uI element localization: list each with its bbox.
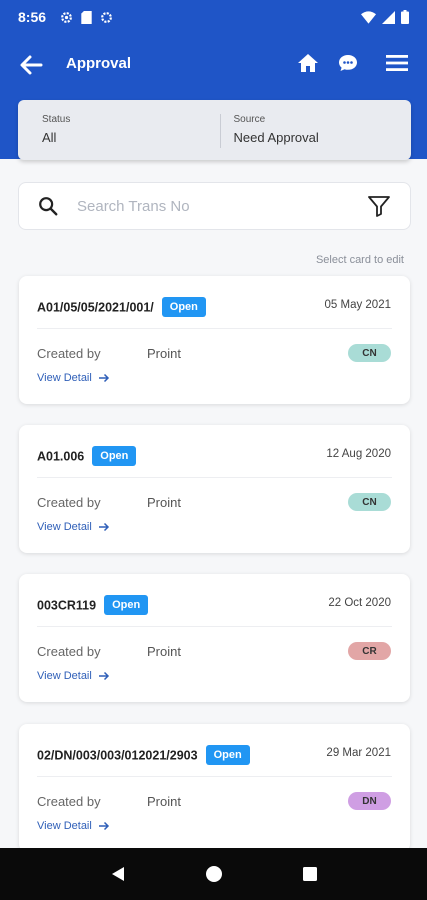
card-divider <box>37 328 392 329</box>
back-arrow-icon[interactable] <box>16 50 46 80</box>
source-filter[interactable]: Source Need Approval <box>219 100 412 160</box>
created-by-label: Created by <box>37 644 101 659</box>
nav-back-icon[interactable] <box>109 865 127 883</box>
view-detail-link[interactable]: View Detail <box>37 820 110 832</box>
type-badge: DN <box>348 792 391 810</box>
trans-date: 29 Mar 2021 <box>326 747 391 759</box>
type-badge: CR <box>348 642 391 660</box>
search-bar <box>18 182 411 230</box>
approval-card[interactable]: A01/05/05/2021/001/Open 05 May 2021 Crea… <box>19 276 410 404</box>
status-filter-value: All <box>42 130 57 145</box>
status-time: 8:56 <box>18 9 47 25</box>
trans-date: 05 May 2021 <box>324 299 392 311</box>
chat-icon[interactable] <box>336 51 360 75</box>
approval-card[interactable]: 02/DN/003/003/012021/2903 Open 29 Mar 202… <box>19 724 410 852</box>
approval-card[interactable]: 003CR119 Open 22 Oct 2020 Created by Proi… <box>19 574 410 702</box>
select-card-hint: Select card to edit <box>315 254 404 266</box>
filter-card: Status All Source Need Approval <box>18 100 411 160</box>
view-detail-link[interactable]: View Detail <box>37 670 110 682</box>
settings-alt-icon <box>101 11 112 23</box>
view-detail-link[interactable]: View Detail <box>37 521 110 533</box>
arrow-right-icon <box>98 821 109 831</box>
wifi-icon <box>361 10 376 24</box>
status-filter-label: Status <box>42 114 71 125</box>
status-filter[interactable]: Status All <box>18 100 220 160</box>
home-icon[interactable] <box>296 51 320 75</box>
arrow-right-icon <box>98 522 109 532</box>
trans-no: 02/DN/003/003/012021/2903 Open <box>37 745 250 766</box>
trans-no: 003CR119 Open <box>37 595 149 616</box>
view-detail-link[interactable]: View Detail <box>37 372 110 384</box>
menu-icon[interactable] <box>384 51 410 75</box>
arrow-right-icon <box>98 373 109 383</box>
page-title: Approval <box>66 55 132 72</box>
created-by-label: Created by <box>37 794 101 809</box>
nav-recents-icon[interactable] <box>302 866 318 882</box>
battery-icon <box>401 10 409 24</box>
type-badge: CN <box>348 493 391 511</box>
created-by-value: Proint <box>147 794 181 809</box>
created-by-value: Proint <box>147 644 181 659</box>
created-by-value: Proint <box>147 495 181 510</box>
card-divider <box>37 776 392 777</box>
filter-icon[interactable] <box>366 193 392 219</box>
card-divider <box>37 626 392 627</box>
approval-card[interactable]: A01.006 Open 12 Aug 2020 Created by Proin… <box>19 425 410 553</box>
nav-home-icon[interactable] <box>205 865 223 883</box>
created-by-label: Created by <box>37 495 101 510</box>
status-badge: Open <box>205 745 250 765</box>
source-filter-label: Source <box>233 114 266 125</box>
arrow-right-icon <box>98 671 109 681</box>
status-badge: Open <box>161 297 206 317</box>
search-input[interactable] <box>77 197 366 215</box>
system-nav-bar <box>0 848 427 900</box>
sd-card-icon <box>81 10 92 24</box>
trans-no: A01/05/05/2021/001/Open <box>37 297 206 318</box>
signal-icon <box>382 10 395 24</box>
search-icon <box>39 197 58 216</box>
status-badge: Open <box>104 595 149 615</box>
status-badge: Open <box>92 446 137 466</box>
created-by-value: Proint <box>147 346 181 361</box>
type-badge: CN <box>348 344 391 362</box>
trans-date: 12 Aug 2020 <box>326 448 391 460</box>
settings-icon <box>61 11 72 23</box>
card-divider <box>37 477 392 478</box>
trans-no: A01.006 Open <box>37 446 137 467</box>
created-by-label: Created by <box>37 346 101 361</box>
trans-date: 22 Oct 2020 <box>328 597 391 609</box>
source-filter-value: Need Approval <box>233 130 319 145</box>
status-bar: 8:56 <box>0 0 427 34</box>
